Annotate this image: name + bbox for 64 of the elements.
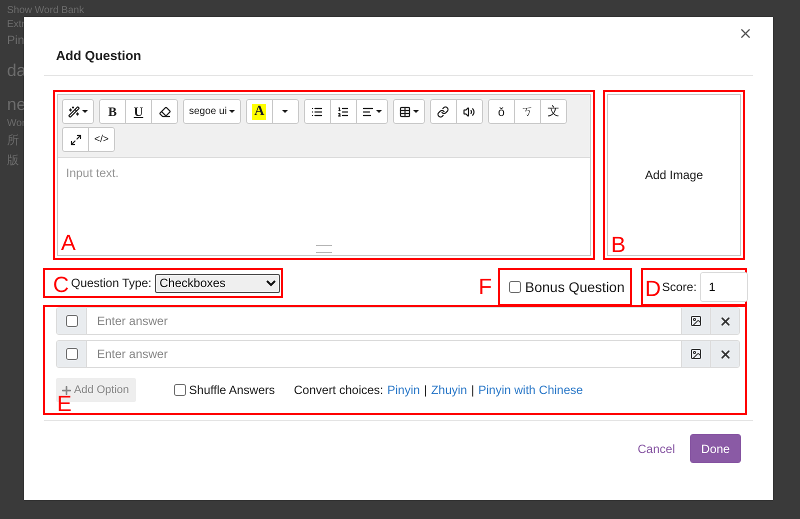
convert-label: Convert choices: (294, 383, 384, 397)
close-button[interactable] (738, 26, 753, 41)
speaker-icon (463, 106, 476, 118)
convert-link[interactable]: Pinyin with Chinese (478, 383, 583, 397)
answer-field[interactable]: Enter answer (56, 307, 740, 335)
bold-button[interactable]: B (99, 99, 126, 124)
glyph-button[interactable]: ㄎ (514, 99, 541, 124)
remove-button[interactable] (710, 308, 739, 334)
eraser-icon (158, 106, 170, 118)
remove-button[interactable] (710, 341, 739, 367)
expand-icon (70, 134, 82, 146)
separator: | (424, 383, 428, 397)
eraser-button[interactable] (151, 99, 178, 124)
plus-icon (60, 384, 73, 396)
annotation-letter: C (53, 274, 69, 296)
caret-icon (282, 110, 288, 113)
fullscreen-button[interactable] (62, 127, 89, 152)
answer-checkbox[interactable] (66, 348, 78, 360)
close-icon (718, 348, 732, 360)
score-label: Score: (662, 280, 697, 294)
sound-button[interactable] (456, 99, 483, 124)
wand-icon (68, 106, 80, 118)
underline-button[interactable]: U (125, 99, 152, 124)
align-button[interactable] (356, 99, 388, 124)
glyph-button[interactable]: 文 (540, 99, 567, 124)
link-button[interactable] (430, 99, 457, 124)
align-icon (362, 106, 374, 118)
annotation-letter: D (645, 278, 661, 300)
image-button[interactable] (681, 308, 710, 334)
resize-handle[interactable] (316, 245, 332, 253)
highlight-button[interactable]: A (246, 99, 273, 124)
image-icon (690, 315, 702, 327)
bonus-checkbox[interactable] (509, 281, 521, 293)
score-field[interactable]: 1 (700, 272, 748, 302)
glyph-button[interactable]: ǒ (488, 99, 515, 124)
code-button[interactable]: </> (88, 127, 115, 152)
ul-button[interactable] (304, 99, 331, 124)
close-icon (718, 314, 732, 328)
font-button[interactable]: segoe ui (183, 99, 241, 124)
cancel-button[interactable]: Cancel (638, 442, 675, 456)
shuffle-label: Shuffle Answers (189, 383, 275, 397)
annotation-letter: B (611, 234, 626, 256)
convert-link[interactable]: Zhuyin (431, 383, 468, 397)
image-icon (690, 348, 702, 360)
table-button[interactable] (392, 99, 425, 124)
wand-button[interactable] (62, 99, 94, 124)
done-button[interactable]: Done (690, 434, 741, 463)
bonus-question-label: Bonus Question (525, 279, 625, 295)
table-icon (398, 106, 411, 118)
link-icon (437, 106, 450, 118)
numbered-list-icon (337, 106, 350, 118)
shuffle-checkbox[interactable] (174, 384, 186, 396)
answer-checkbox[interactable] (66, 315, 78, 327)
image-button[interactable] (681, 341, 710, 367)
add-image-label: Add Image (644, 168, 704, 182)
convert-link[interactable]: Pinyin (387, 383, 420, 397)
answer-field[interactable]: Enter answer (56, 340, 740, 368)
question-type-label: Question Type: (71, 276, 152, 290)
question-type-select[interactable]: Checkboxes (154, 274, 280, 292)
annotation-letter: F (478, 276, 492, 298)
ol-button[interactable] (330, 99, 357, 124)
bullet-list-icon (311, 106, 324, 118)
separator: | (471, 383, 474, 397)
dialog-title: Add Question (56, 48, 142, 63)
